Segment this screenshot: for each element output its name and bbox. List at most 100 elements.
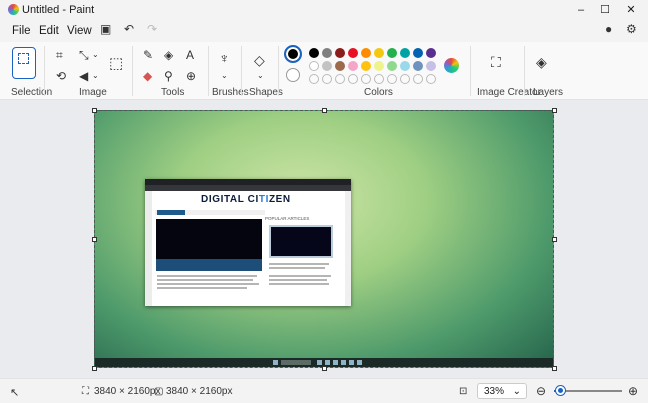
- color-swatch[interactable]: [387, 61, 397, 71]
- selection-button[interactable]: [12, 47, 36, 79]
- zoom-slider-thumb[interactable]: [556, 386, 566, 395]
- taskbar-icon: [341, 360, 346, 365]
- custom-color-slot[interactable]: [335, 74, 345, 84]
- color-swatch[interactable]: [348, 61, 358, 71]
- close-button[interactable]: ✕: [623, 3, 639, 17]
- color-swatch[interactable]: [374, 48, 384, 58]
- redo-icon[interactable]: ↷: [147, 22, 157, 36]
- color-swatch[interactable]: [335, 48, 345, 58]
- color-swatch[interactable]: [348, 48, 358, 58]
- ribbon: Selection ⌗ ⤡ ⌄ ⟲ ◀ ⌄ ⬚ Image ✎ ◈ A ◆ ⚲ …: [0, 42, 648, 100]
- resize-handle[interactable]: [92, 108, 97, 113]
- image-properties-icon[interactable]: ⬚: [109, 56, 123, 71]
- pencil-icon[interactable]: ✎: [143, 49, 153, 61]
- color-swatch[interactable]: [335, 61, 345, 71]
- secondary-color[interactable]: [286, 68, 300, 82]
- article-title-bar: [156, 259, 262, 271]
- flip-icon[interactable]: ◀: [79, 70, 88, 82]
- text-line: [157, 287, 247, 289]
- crop-icon[interactable]: ⌗: [56, 49, 63, 61]
- custom-color-slot[interactable]: [361, 74, 371, 84]
- custom-color-slot[interactable]: [374, 74, 384, 84]
- taskbar-icon: [273, 360, 278, 365]
- screenshot-browser-window: DIGITAL CITIZEN POPULAR ARTICLES: [145, 179, 351, 306]
- color-swatch[interactable]: [374, 61, 384, 71]
- zoom-slider[interactable]: [554, 386, 622, 395]
- divider: [241, 46, 242, 96]
- menu-view[interactable]: View: [67, 25, 92, 37]
- eraser-icon[interactable]: ◆: [143, 70, 152, 82]
- canvas-size: 3840 × 2160px: [94, 386, 161, 397]
- color-swatch[interactable]: [322, 48, 332, 58]
- color-picker-icon[interactable]: ⚲: [164, 70, 173, 82]
- color-swatch[interactable]: [413, 61, 423, 71]
- article-image: [156, 219, 262, 259]
- image-creator-icon[interactable]: ⛶: [491, 55, 501, 69]
- chevron-down-icon[interactable]: ⌄: [92, 70, 99, 82]
- account-icon[interactable]: ●: [605, 22, 612, 36]
- resize-handle[interactable]: [552, 108, 557, 113]
- resize-handle[interactable]: [92, 366, 97, 371]
- zoom-out-icon[interactable]: ⊖: [536, 384, 546, 398]
- drawing-canvas[interactable]: DIGITAL CITIZEN POPULAR ARTICLES: [94, 110, 554, 368]
- color-swatch[interactable]: [426, 48, 436, 58]
- zoom-dropdown[interactable]: 33% ⌄: [477, 383, 527, 399]
- resize-handle[interactable]: [322, 108, 327, 113]
- color-swatch[interactable]: [361, 61, 371, 71]
- browser-sidebar: [145, 191, 152, 306]
- shapes-icon[interactable]: ◇: [254, 53, 265, 67]
- custom-color-slot[interactable]: [387, 74, 397, 84]
- group-label-layers: Layers: [533, 87, 564, 98]
- color-swatch[interactable]: [387, 48, 397, 58]
- resize-handle[interactable]: [322, 366, 327, 371]
- menu-edit[interactable]: Edit: [39, 25, 59, 37]
- site-logo: DIGITAL CITIZEN: [201, 194, 291, 205]
- resize-handle[interactable]: [92, 237, 97, 242]
- primary-color[interactable]: [284, 45, 302, 63]
- save-icon[interactable]: ▣: [100, 22, 111, 36]
- zoom-in-icon[interactable]: ⊕: [628, 384, 638, 398]
- color-swatch[interactable]: [400, 48, 410, 58]
- fill-icon[interactable]: ◈: [164, 49, 173, 61]
- color-swatch[interactable]: [361, 48, 371, 58]
- text-line: [269, 283, 329, 285]
- settings-icon[interactable]: ⚙: [626, 22, 637, 36]
- text-line: [269, 279, 327, 281]
- custom-color-slot[interactable]: [413, 74, 423, 84]
- brush-icon[interactable]: ♆: [219, 51, 230, 65]
- resize-icon[interactable]: ⤡: [79, 49, 89, 61]
- menu-bar: File Edit View ▣ ↶ ↷ ● ⚙: [0, 20, 648, 42]
- color-swatch[interactable]: [309, 48, 319, 58]
- chevron-down-icon[interactable]: ⌄: [221, 70, 228, 82]
- custom-color-slot[interactable]: [348, 74, 358, 84]
- taskbar-icon: [317, 360, 322, 365]
- color-swatch[interactable]: [400, 61, 410, 71]
- divider: [278, 46, 279, 96]
- window-title: Untitled - Paint: [22, 4, 95, 16]
- text-icon[interactable]: A: [186, 49, 194, 61]
- edit-colors-icon[interactable]: [444, 58, 459, 73]
- color-swatch[interactable]: [413, 48, 423, 58]
- fit-to-window-icon[interactable]: ⊡: [459, 386, 467, 397]
- custom-color-slot[interactable]: [322, 74, 332, 84]
- chevron-down-icon[interactable]: ⌄: [92, 49, 99, 61]
- browser-right-sidebar: [345, 191, 351, 306]
- color-swatch[interactable]: [426, 61, 436, 71]
- resize-handle[interactable]: [552, 237, 557, 242]
- title-bar: Untitled - Paint – ☐ ✕: [0, 0, 648, 20]
- resize-handle[interactable]: [552, 366, 557, 371]
- undo-icon[interactable]: ↶: [124, 22, 134, 36]
- custom-color-slot[interactable]: [309, 74, 319, 84]
- maximize-button[interactable]: ☐: [597, 3, 613, 17]
- layers-icon[interactable]: ◈: [536, 55, 547, 69]
- rotate-icon[interactable]: ⟲: [56, 70, 66, 82]
- popular-articles-heading: POPULAR ARTICLES: [265, 216, 310, 221]
- color-swatch[interactable]: [322, 61, 332, 71]
- custom-color-slot[interactable]: [400, 74, 410, 84]
- minimize-button[interactable]: –: [573, 3, 589, 17]
- menu-file[interactable]: File: [12, 25, 31, 37]
- custom-color-slot[interactable]: [426, 74, 436, 84]
- chevron-down-icon[interactable]: ⌄: [257, 70, 264, 82]
- magnifier-icon[interactable]: ⊕: [186, 70, 196, 82]
- color-swatch[interactable]: [309, 61, 319, 71]
